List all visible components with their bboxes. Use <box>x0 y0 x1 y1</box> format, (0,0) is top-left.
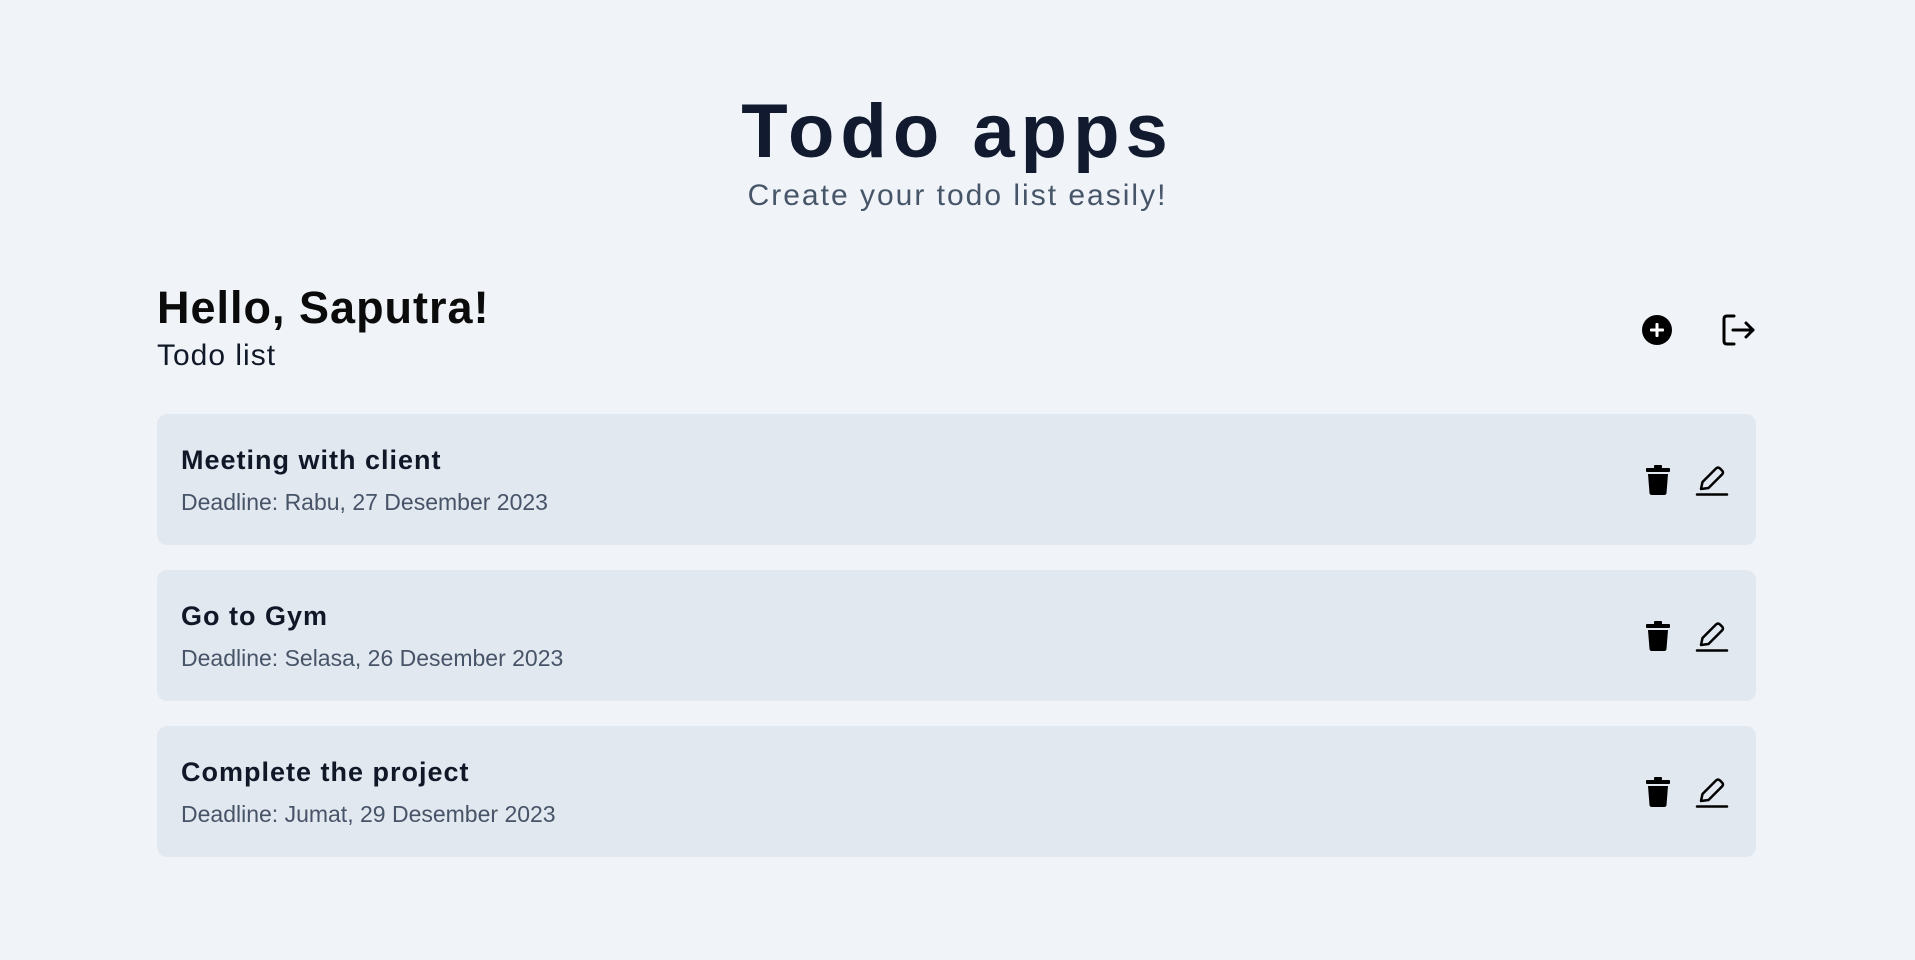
trash-icon <box>1646 465 1670 495</box>
todo-title: Go to Gym <box>181 601 329 631</box>
delete-todo-button[interactable] <box>1640 462 1676 498</box>
delete-todo-button[interactable] <box>1640 774 1676 810</box>
add-todo-button[interactable] <box>1639 312 1675 348</box>
edit-todo-button[interactable] <box>1694 774 1730 810</box>
todo-item: Meeting with client Deadline: Rabu, 27 D… <box>157 414 1756 545</box>
logout-icon <box>1722 314 1755 346</box>
pencil-icon <box>1695 778 1729 808</box>
page-header: Todo apps Create your todo list easily! <box>0 86 1915 214</box>
edit-todo-button[interactable] <box>1694 462 1730 498</box>
logout-button[interactable] <box>1720 312 1756 348</box>
greeting-row: Hello, Saputra! Todo list <box>157 280 1756 380</box>
app-subtitle: Create your todo list easily! <box>747 179 1168 212</box>
todo-title: Meeting with client <box>181 445 442 475</box>
pencil-icon <box>1695 466 1729 496</box>
app-title: Todo apps <box>741 89 1174 174</box>
todo-actions <box>1640 462 1730 498</box>
todo-item: Go to Gym Deadline: Selasa, 26 Desember … <box>157 570 1756 701</box>
todo-list-heading: Todo list <box>157 339 277 372</box>
todo-deadline: Deadline: Jumat, 29 Desember 2023 <box>181 801 556 827</box>
trash-icon <box>1646 621 1670 651</box>
trash-icon <box>1646 777 1670 807</box>
todo-deadline: Deadline: Rabu, 27 Desember 2023 <box>181 489 548 515</box>
todo-deadline: Deadline: Selasa, 26 Desember 2023 <box>181 645 564 671</box>
edit-todo-button[interactable] <box>1694 618 1730 654</box>
todo-actions <box>1640 618 1730 654</box>
pencil-icon <box>1695 622 1729 652</box>
todo-title: Complete the project <box>181 757 470 787</box>
greeting-text: Hello, Saputra! <box>157 282 490 333</box>
todo-item: Complete the project Deadline: Jumat, 29… <box>157 726 1756 857</box>
header-actions <box>1639 312 1756 348</box>
todo-list: Meeting with client Deadline: Rabu, 27 D… <box>157 414 1756 857</box>
plus-circle-icon <box>1642 315 1672 345</box>
todo-actions <box>1640 774 1730 810</box>
main-content: Hello, Saputra! Todo list Meeting with c… <box>157 280 1756 882</box>
delete-todo-button[interactable] <box>1640 618 1676 654</box>
